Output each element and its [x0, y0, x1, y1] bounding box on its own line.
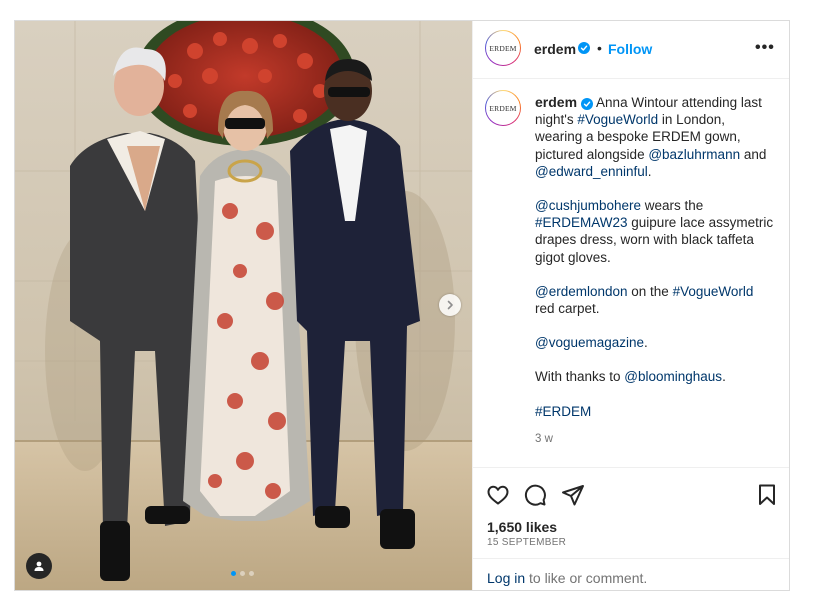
caption-segment: wears the: [641, 198, 704, 214]
caption-segment: .: [647, 163, 652, 179]
hashtag-link[interactable]: #VogueWorld: [673, 284, 754, 299]
hashtag-link[interactable]: #ERDEMAW23: [535, 215, 628, 230]
verified-badge-icon: [581, 98, 594, 110]
avatar[interactable]: ERDEM: [485, 30, 521, 66]
mention-link[interactable]: @bazluhrmann: [648, 147, 740, 162]
login-prompt: Log in to like or comment.: [473, 558, 789, 590]
mention-link[interactable]: @edward_enninful: [535, 164, 648, 179]
carousel-dot-active: [231, 571, 236, 576]
username-link[interactable]: erdem: [534, 41, 576, 57]
instagram-post: ERDEM erdem • Follow ••• ERDEM erdem Ann…: [14, 20, 790, 591]
caption-text: erdem Anna Wintour attending last night'…: [535, 94, 775, 448]
more-options-icon[interactable]: •••: [755, 39, 775, 57]
bookmark-icon[interactable]: [755, 483, 779, 507]
caption-segment: .: [644, 335, 648, 351]
follow-button[interactable]: Follow: [608, 41, 652, 57]
caption-paragraph: @cushjumbohere wears the #ERDEMAW23 guip…: [535, 197, 775, 266]
post-date: 15 SEPTEMBER: [487, 537, 567, 548]
avatar-logo-text: ERDEM: [489, 43, 517, 53]
heart-icon[interactable]: [486, 483, 510, 507]
caption-segment: on the: [627, 283, 673, 299]
caption-paragraph: @voguemagazine.: [535, 334, 775, 351]
caption-paragraph: erdem Anna Wintour attending last night'…: [535, 94, 775, 180]
post-time-ago[interactable]: 3 w: [535, 431, 775, 448]
tagged-users-button[interactable]: [26, 553, 52, 579]
login-prompt-text: to like or comment.: [529, 570, 648, 586]
mention-link[interactable]: @voguemagazine: [535, 335, 644, 350]
carousel-indicator: [231, 571, 254, 576]
header-separator: •: [597, 40, 602, 56]
mention-link[interactable]: @erdemlondon: [535, 284, 628, 299]
mention-link[interactable]: @bloominghaus: [624, 369, 722, 384]
caption-segment: With thanks to: [535, 369, 625, 385]
caption-segment: and: [740, 146, 767, 162]
post-header: ERDEM erdem • Follow •••: [473, 21, 789, 79]
caption-segment: .: [722, 369, 726, 385]
caption-paragraph: @erdemlondon on the #VogueWorld red carp…: [535, 283, 775, 317]
hashtag-link[interactable]: #ERDEM: [535, 404, 591, 419]
likes-count[interactable]: 1,650 likes: [487, 519, 557, 535]
chevron-right-icon: [447, 300, 453, 310]
user-tag-icon: [34, 561, 44, 571]
caption-username-link[interactable]: erdem: [535, 94, 577, 110]
caption-paragraph: #ERDEM: [535, 403, 775, 420]
hashtag-link[interactable]: #VogueWorld: [577, 112, 658, 127]
avatar-inner: ERDEM: [486, 91, 520, 125]
avatar-logo-text: ERDEM: [489, 103, 517, 113]
mention-link[interactable]: @cushjumbohere: [535, 198, 641, 213]
carousel-dot: [249, 571, 254, 576]
carousel-next-button[interactable]: [439, 294, 461, 316]
action-bar: [473, 476, 789, 516]
login-link[interactable]: Log in: [487, 570, 525, 586]
paper-plane-icon[interactable]: [561, 483, 585, 507]
caption-avatar[interactable]: ERDEM: [485, 90, 521, 126]
post-photo[interactable]: [15, 21, 472, 590]
post-details-panel: ERDEM erdem • Follow ••• ERDEM erdem Ann…: [472, 21, 789, 590]
caption-segment: red carpet.: [535, 301, 600, 317]
caption-paragraph: With thanks to @bloominghaus.: [535, 368, 775, 385]
verified-badge-icon: [578, 42, 590, 54]
carousel-dot: [240, 571, 245, 576]
avatar-inner: ERDEM: [486, 31, 520, 65]
post-photo-image: [15, 21, 472, 590]
caption-area: ERDEM erdem Anna Wintour attending last …: [473, 79, 789, 468]
comment-icon[interactable]: [523, 483, 547, 507]
